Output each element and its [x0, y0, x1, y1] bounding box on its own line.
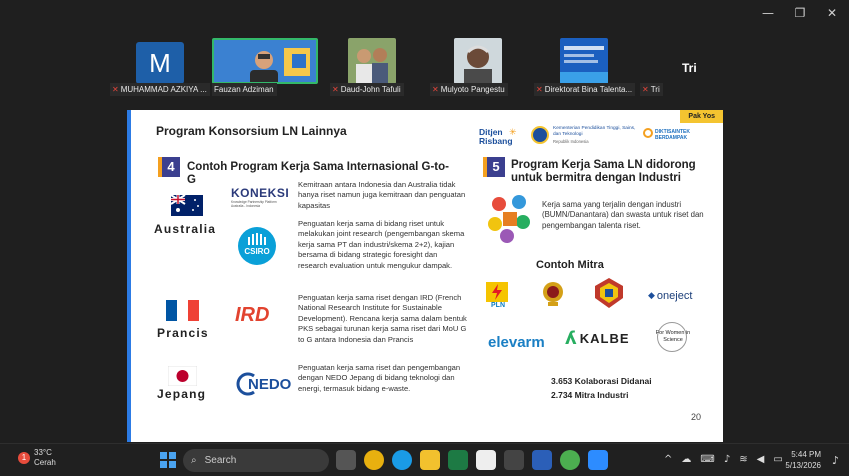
- meeting-window: — ❐ ✕ M ✕ MUHAMMAD AZKIYA ... Fauzan Adzi…: [0, 0, 849, 476]
- japan-flag: [168, 366, 197, 386]
- video-feed: [560, 38, 608, 84]
- industry-paragraph: Kerja sama yang terjalin dengan industri…: [542, 200, 704, 230]
- system-tray: ^ ☁ ⌨ ♪ ≋ ◀ ▭: [664, 454, 783, 465]
- window-controls: — ❐ ✕: [761, 6, 839, 20]
- close-icon[interactable]: ✕: [825, 6, 839, 20]
- kalbe-logo: ʎ KALBE: [565, 328, 630, 349]
- battery-icon[interactable]: ▭: [773, 454, 782, 465]
- australia-paragraph-2: Penguatan kerja sama di bidang riset unt…: [298, 219, 465, 270]
- csiro-logo: CSIRO: [238, 227, 276, 265]
- wikipedia-icon[interactable]: [476, 450, 496, 470]
- page-number: 20: [690, 412, 701, 422]
- crest-logo: [595, 278, 623, 308]
- participant-tile[interactable]: ✕ Direktorat Bina Talenta...: [534, 38, 642, 96]
- participant-tile-active[interactable]: Fauzan Adziman: [212, 38, 318, 96]
- video-feed: [348, 38, 396, 84]
- mic-muted-icon: ✕: [112, 85, 119, 94]
- country-jepang: Jepang: [157, 387, 207, 401]
- slide-title: Program Konsorsium LN Lainnya: [156, 124, 347, 138]
- participant-name: Fauzan Adziman: [212, 83, 277, 96]
- volume-icon[interactable]: ◀: [757, 454, 765, 465]
- search-placeholder: Search: [204, 455, 237, 466]
- participant-name: ✕ Daud-John Tafuli: [330, 83, 404, 96]
- participant-name: ✕ Mulyoto Pangestu: [430, 83, 508, 96]
- notification-bell-icon[interactable]: ♪: [832, 454, 839, 467]
- windows-start-icon[interactable]: [160, 452, 176, 468]
- mic-muted-icon: ✕: [332, 85, 339, 94]
- elevarm-logo: elevarm: [488, 334, 545, 351]
- australia-flag: [171, 195, 203, 216]
- minimize-icon[interactable]: —: [761, 6, 775, 20]
- weather-condition: Cerah: [34, 458, 56, 467]
- section-number-5: 5: [483, 157, 505, 177]
- stat-kolaborasi: 3.653 Kolaborasi Didanai: [551, 376, 652, 386]
- puzzle-people-icon: [488, 195, 530, 243]
- ditjen-risbang-logo: Ditjen Risbang ✳: [479, 127, 517, 146]
- section-number-4: 4: [158, 157, 180, 177]
- camera-icon[interactable]: [504, 450, 524, 470]
- mic-muted-icon: ✕: [432, 85, 439, 94]
- cloud-icon[interactable]: ☁: [681, 454, 691, 465]
- word-icon[interactable]: [532, 450, 552, 470]
- oneject-logo: ◆ oneject: [648, 290, 693, 302]
- clock-date: 5/13/2026: [785, 461, 821, 470]
- participant-tile[interactable]: M ✕ MUHAMMAD AZKIYA ...: [110, 38, 210, 96]
- participant-tile[interactable]: ✕ Daud-John Tafuli: [330, 38, 430, 96]
- koneksi-logo: KONEKSI Knowledge Partnership Platform A…: [231, 186, 290, 208]
- search-icon: ⌕: [191, 455, 197, 466]
- chrome-profile-icon[interactable]: [560, 450, 580, 470]
- ird-logo: IRD: [235, 304, 270, 326]
- chevron-up-icon[interactable]: ^: [664, 454, 672, 465]
- pln-logo: PLN: [486, 282, 510, 309]
- for-women-in-science-logo: For Women in Science: [653, 322, 693, 358]
- jepang-paragraph: Penguatan kerja sama riset dan pengemban…: [298, 363, 461, 393]
- participant-tile[interactable]: ✕ Mulyoto Pangestu: [430, 38, 530, 96]
- mitra-title: Contoh Mitra: [536, 259, 604, 271]
- australia-paragraph-1: Kemitraan antara Indonesia dan Australia…: [298, 180, 466, 210]
- bumn-emblem-logo: [543, 282, 563, 306]
- language-icon[interactable]: ⌨: [700, 454, 714, 465]
- file-explorer-icon[interactable]: [420, 450, 440, 470]
- participant-label-tri: Tri: [682, 61, 697, 75]
- video-feed: [212, 38, 318, 84]
- participant-name: ✕ MUHAMMAD AZKIYA ...: [110, 83, 210, 96]
- nedo-logo: NEDO: [234, 372, 294, 396]
- avatar: M: [136, 42, 184, 84]
- edge-icon[interactable]: [392, 450, 412, 470]
- clock-time: 5:44 PM: [791, 450, 821, 459]
- taskbar-apps: [336, 450, 608, 470]
- oneject-mark-icon: ◆: [648, 291, 655, 301]
- search-box[interactable]: ⌕ Search: [183, 449, 329, 472]
- participant-name: ✕ Direktorat Bina Talenta...: [534, 83, 636, 96]
- prancis-paragraph: Penguatan kerja sama riset dengan IRD (F…: [298, 293, 467, 344]
- country-prancis: Prancis: [157, 326, 209, 340]
- taskbar: 1 33°C Cerah ⌕ Search ^ ☁ ⌨ ♪ ≋ ◀ ▭ 5:44…: [0, 443, 849, 476]
- shared-slide: Pak Yos Program Konsorsium LN Lainnya Di…: [127, 110, 723, 442]
- section-5-title: Program Kerja Sama LN didorong untuk ber…: [511, 159, 696, 184]
- zoom-icon[interactable]: [588, 450, 608, 470]
- country-australia: Australia: [154, 222, 217, 236]
- restore-icon[interactable]: ❐: [793, 6, 807, 20]
- stat-mitra: 2.734 Mitra Industri: [551, 390, 629, 400]
- task-view-icon[interactable]: [336, 450, 356, 470]
- participant-tile[interactable]: ✕ Tri: [640, 38, 670, 96]
- clock[interactable]: 5:44 PM 5/13/2026: [785, 449, 821, 471]
- weather-temp: 33°C: [34, 448, 52, 457]
- chrome-icon[interactable]: [364, 450, 384, 470]
- mic-muted-icon: ✕: [642, 85, 649, 94]
- kalbe-mark-icon: ʎ: [565, 328, 577, 349]
- excel-icon[interactable]: [448, 450, 468, 470]
- microphone-icon[interactable]: ♪: [724, 454, 730, 465]
- participant-name: ✕ Tri: [640, 83, 663, 96]
- weather-widget[interactable]: 1 33°C Cerah: [18, 448, 56, 468]
- speaker-tag: Pak Yos: [680, 110, 723, 123]
- mic-muted-icon: ✕: [536, 85, 543, 94]
- france-flag: [166, 300, 199, 321]
- video-feed: [454, 38, 502, 84]
- wifi-icon[interactable]: ≋: [739, 454, 747, 465]
- weather-badge-icon: 1: [18, 452, 30, 464]
